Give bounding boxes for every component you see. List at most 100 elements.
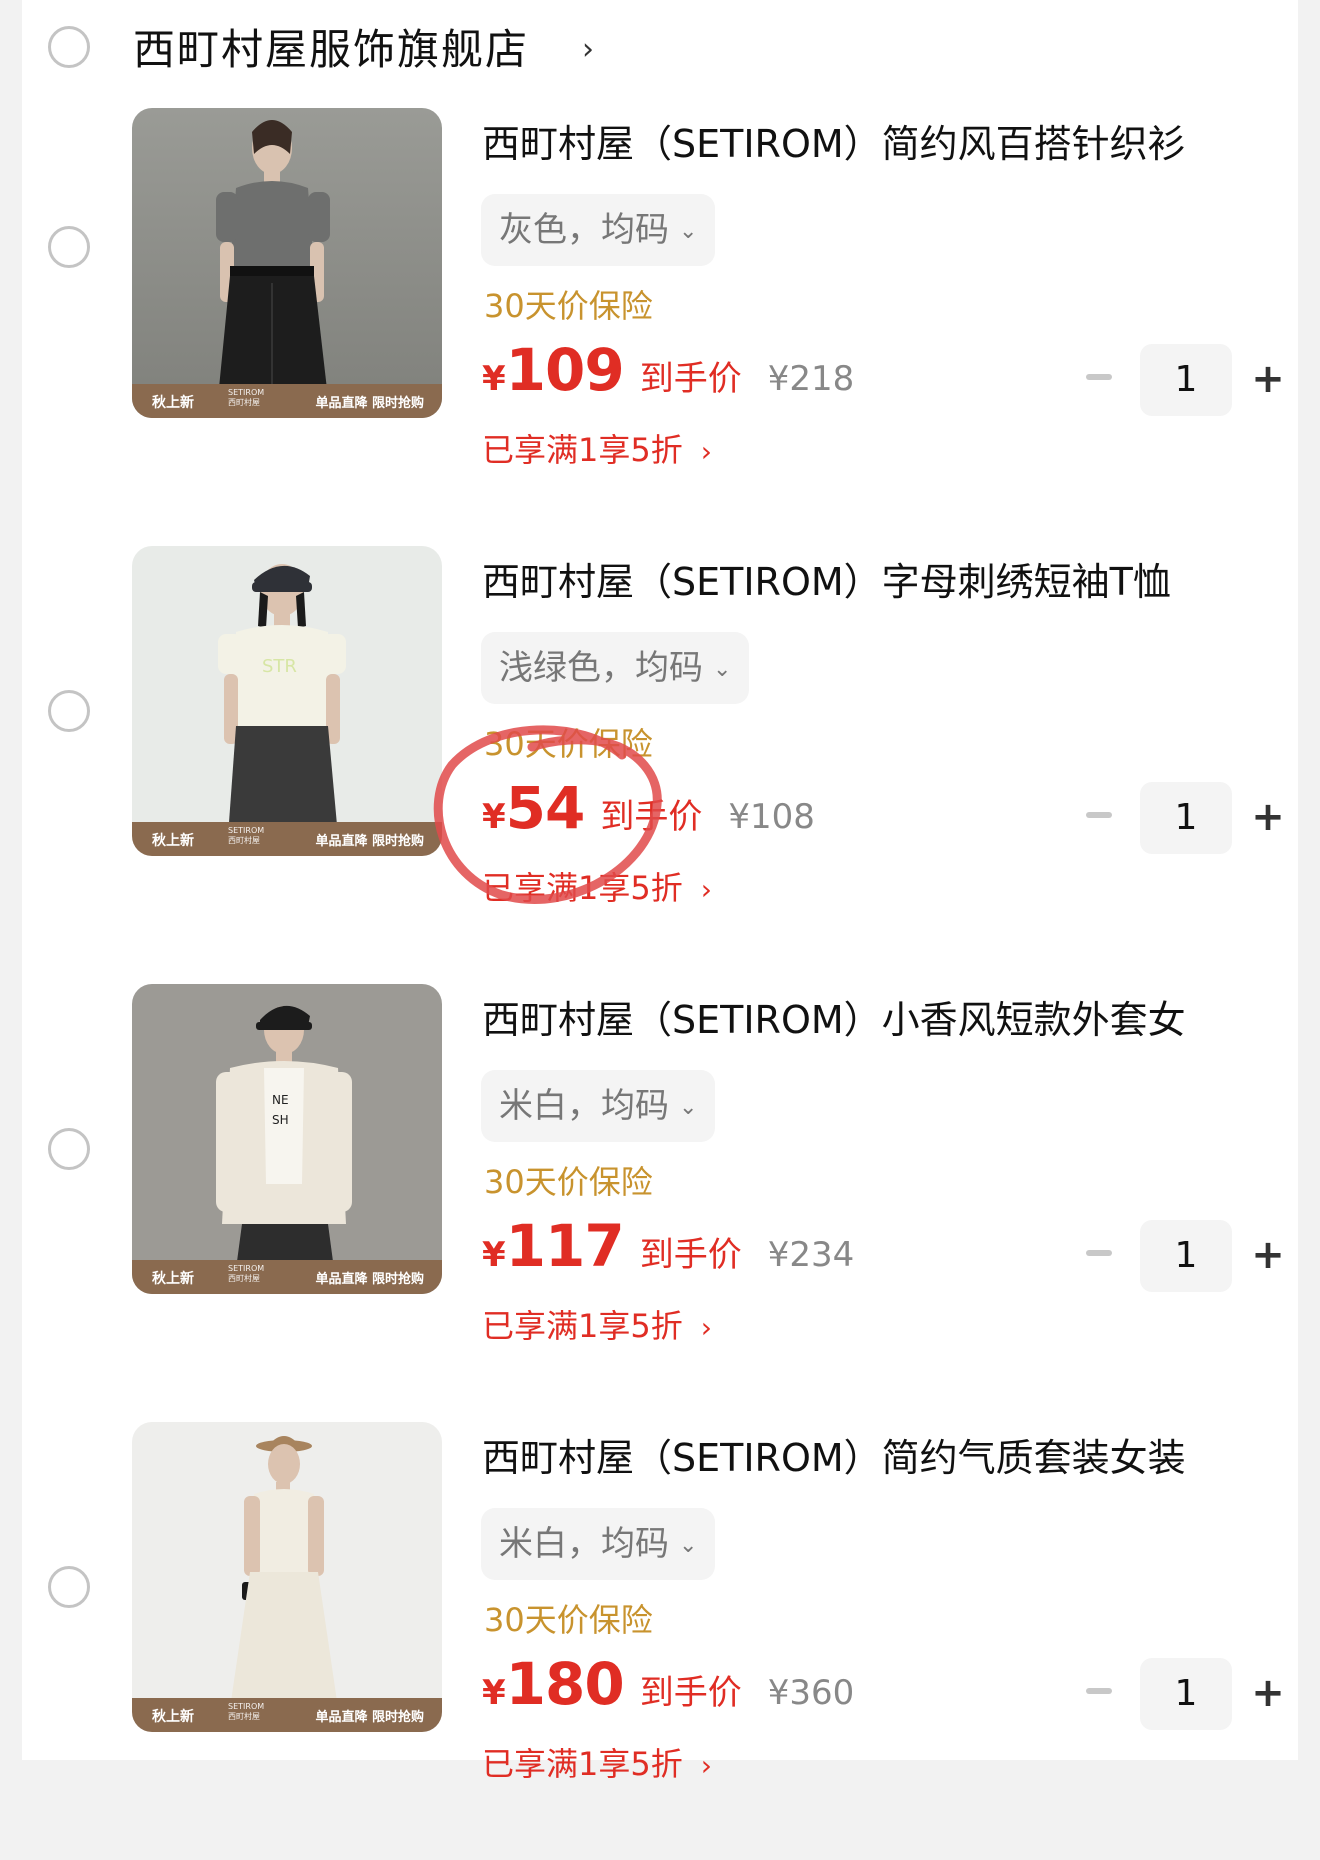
product-title[interactable]: 西町村屋（SETIROM）小香风短款外套女 bbox=[482, 994, 1186, 1046]
final-price: 54 bbox=[505, 774, 586, 842]
discount-label: 已享满1享5折 bbox=[482, 869, 683, 907]
currency-symbol: ¥ bbox=[482, 1673, 506, 1713]
product-title[interactable]: 西町村屋（SETIROM）简约风百搭针织衫 bbox=[482, 118, 1186, 170]
discount-label: 已享满1享5折 bbox=[482, 1307, 683, 1345]
price-row: ¥180 到手价 ¥360 bbox=[482, 1650, 854, 1730]
promo-new-label: 秋上新 bbox=[152, 1271, 194, 1287]
discount-label: 已享满1享5折 bbox=[482, 1745, 683, 1783]
cart-item: 秋上新 SETIROM 西町村屋 单品直降 限时抢购 西町村屋（SETIROM）… bbox=[22, 108, 1298, 546]
chevron-down-icon: ⌄ bbox=[679, 218, 698, 244]
final-price-label: 到手价 bbox=[639, 359, 742, 399]
promo-strip: 秋上新 SETIROM 西町村屋 单品直降 限时抢购 bbox=[132, 1260, 442, 1294]
decrease-button[interactable] bbox=[1086, 1250, 1112, 1256]
original-price: ¥108 bbox=[728, 797, 815, 837]
svg-text:NE: NE bbox=[272, 1093, 289, 1107]
shop-name[interactable]: 西町村屋服饰旗舰店 bbox=[133, 20, 529, 80]
brand-logo: SETIROM 西町村屋 bbox=[228, 1264, 265, 1283]
promo-new-label: 秋上新 bbox=[152, 833, 194, 849]
product-title[interactable]: 西町村屋（SETIROM）字母刺绣短袖T恤 bbox=[482, 556, 1171, 608]
discount-info[interactable]: 已享满1享5折 › bbox=[482, 866, 712, 912]
variant-selector[interactable]: 米白，均码 ⌄ bbox=[481, 1070, 716, 1142]
promo-new-label: 秋上新 bbox=[152, 395, 194, 411]
chevron-down-icon: ⌄ bbox=[713, 656, 732, 682]
currency-symbol: ¥ bbox=[482, 1235, 506, 1275]
product-photo: NE SH bbox=[132, 984, 442, 1294]
chevron-down-icon: ⌄ bbox=[679, 1094, 698, 1120]
currency-symbol: ¥ bbox=[482, 359, 506, 399]
increase-button[interactable]: + bbox=[1248, 792, 1288, 842]
increase-button[interactable]: + bbox=[1248, 354, 1288, 404]
chevron-right-icon[interactable]: › bbox=[582, 30, 594, 70]
promo-strip: 秋上新 SETIROM 西町村屋 单品直降 限时抢购 bbox=[132, 1698, 442, 1732]
price-row: ¥109 到手价 ¥218 bbox=[482, 336, 854, 416]
promo-strip: 秋上新 SETIROM 西町村屋 单品直降 限时抢购 bbox=[132, 822, 442, 856]
variant-selector[interactable]: 灰色，均码 ⌄ bbox=[481, 194, 716, 266]
chevron-right-icon: › bbox=[700, 1749, 712, 1782]
quantity-stepper: 1 + bbox=[1080, 1658, 1286, 1730]
final-price: 180 bbox=[505, 1650, 625, 1718]
svg-text:STR: STR bbox=[262, 656, 297, 677]
chevron-down-icon: ⌄ bbox=[679, 1532, 698, 1558]
variant-label: 浅绿色，均码 bbox=[499, 648, 703, 688]
product-image[interactable]: NE SH 秋上新 SETIROM 西町村屋 单品直降 限时抢购 bbox=[132, 984, 442, 1294]
discount-info[interactable]: 已享满1享5折 › bbox=[482, 428, 712, 474]
item-select-radio[interactable] bbox=[48, 1128, 90, 1170]
quantity-stepper: 1 + bbox=[1080, 782, 1286, 854]
increase-button[interactable]: + bbox=[1248, 1230, 1288, 1280]
quantity-input[interactable]: 1 bbox=[1140, 1220, 1232, 1292]
price-row: ¥54 到手价 ¥108 bbox=[482, 774, 815, 854]
decrease-button[interactable] bbox=[1086, 1688, 1112, 1694]
shop-select-radio[interactable] bbox=[48, 26, 90, 68]
price-insurance-tag: 30天价保险 bbox=[484, 1163, 653, 1201]
final-price-label: 到手价 bbox=[639, 1235, 742, 1275]
decrease-button[interactable] bbox=[1086, 374, 1112, 380]
cart-item: NE SH 秋上新 SETIROM 西町村屋 单品直降 限时抢购 西町村屋（SE… bbox=[22, 984, 1298, 1422]
quantity-input[interactable]: 1 bbox=[1140, 344, 1232, 416]
chevron-right-icon: › bbox=[700, 1311, 712, 1344]
promo-new-label: 秋上新 bbox=[152, 1709, 194, 1725]
quantity-stepper: 1 + bbox=[1080, 1220, 1286, 1292]
brand-logo: SETIROM 西町村屋 bbox=[228, 388, 265, 407]
product-image[interactable]: 秋上新 SETIROM 西町村屋 单品直降 限时抢购 bbox=[132, 1422, 442, 1732]
variant-selector[interactable]: 浅绿色，均码 ⌄ bbox=[481, 632, 750, 704]
product-image[interactable]: STR 秋上新 SETIROM 西町村屋 单品直降 限时抢购 bbox=[132, 546, 442, 856]
item-select-radio[interactable] bbox=[48, 690, 90, 732]
original-price: ¥360 bbox=[767, 1673, 855, 1713]
promo-sale-label: 单品直降 限时抢购 bbox=[315, 834, 424, 849]
quantity-stepper: 1 + bbox=[1080, 344, 1286, 416]
variant-selector[interactable]: 米白，均码 ⌄ bbox=[481, 1508, 716, 1580]
final-price-label: 到手价 bbox=[639, 1673, 742, 1713]
decrease-button[interactable] bbox=[1086, 812, 1112, 818]
final-price: 117 bbox=[505, 1212, 625, 1280]
variant-label: 米白，均码 bbox=[499, 1524, 669, 1564]
price-insurance-tag: 30天价保险 bbox=[484, 725, 653, 763]
product-title[interactable]: 西町村屋（SETIROM）简约气质套装女装 bbox=[482, 1432, 1186, 1484]
quantity-input[interactable]: 1 bbox=[1140, 782, 1232, 854]
original-price: ¥234 bbox=[767, 1235, 855, 1275]
currency-symbol: ¥ bbox=[482, 797, 506, 837]
increase-button[interactable]: + bbox=[1248, 1668, 1288, 1718]
promo-sale-label: 单品直降 限时抢购 bbox=[315, 1710, 424, 1725]
product-image[interactable]: 秋上新 SETIROM 西町村屋 单品直降 限时抢购 bbox=[132, 108, 442, 418]
promo-sale-label: 单品直降 限时抢购 bbox=[315, 1272, 424, 1287]
chevron-right-icon: › bbox=[700, 873, 712, 906]
product-photo bbox=[132, 108, 442, 418]
price-row: ¥117 到手价 ¥234 bbox=[482, 1212, 854, 1292]
cart-item: 秋上新 SETIROM 西町村屋 单品直降 限时抢购 西町村屋（SETIROM）… bbox=[22, 1422, 1298, 1860]
shop-header[interactable]: 西町村屋服饰旗舰店 › bbox=[22, 0, 1298, 100]
discount-info[interactable]: 已享满1享5折 › bbox=[482, 1304, 712, 1350]
chevron-right-icon: › bbox=[700, 435, 712, 468]
product-photo bbox=[132, 1422, 442, 1732]
original-price: ¥218 bbox=[767, 359, 855, 399]
price-insurance-tag: 30天价保险 bbox=[484, 287, 653, 325]
discount-label: 已享满1享5折 bbox=[482, 431, 683, 469]
cart-shop-card: 西町村屋服饰旗舰店 › 秋上新 SETIROM 西町村屋 单品直降 限时抢购 西… bbox=[22, 0, 1298, 1783]
variant-label: 米白，均码 bbox=[499, 1086, 669, 1126]
promo-strip: 秋上新 SETIROM 西町村屋 单品直降 限时抢购 bbox=[132, 384, 442, 418]
discount-info[interactable]: 已享满1享5折 › bbox=[482, 1742, 712, 1788]
item-select-radio[interactable] bbox=[48, 1566, 90, 1608]
item-select-radio[interactable] bbox=[48, 226, 90, 268]
final-price-label: 到手价 bbox=[600, 797, 703, 837]
brand-logo: SETIROM 西町村屋 bbox=[228, 1702, 265, 1721]
quantity-input[interactable]: 1 bbox=[1140, 1658, 1232, 1730]
